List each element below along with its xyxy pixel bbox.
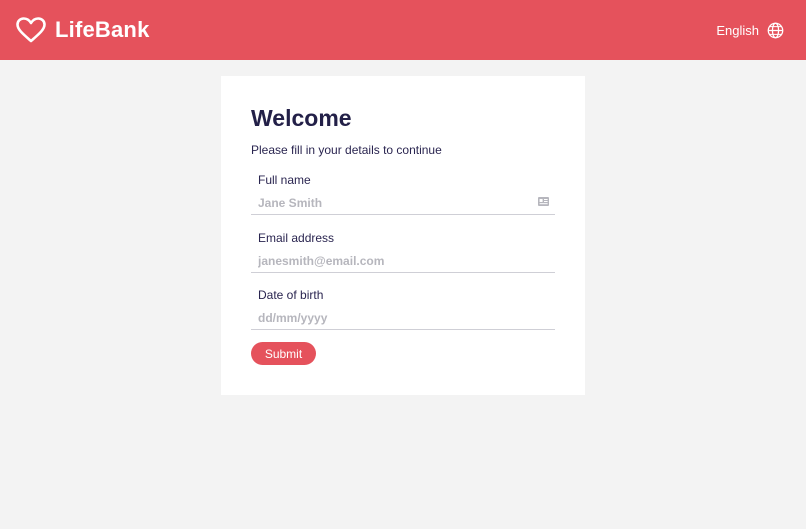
date-of-birth-field: Date of birth [251,288,555,338]
full-name-field: Full name [251,173,555,223]
language-label: English [716,22,759,38]
form-subtitle: Please fill in your details to continue [251,143,442,157]
email-input[interactable] [251,249,555,273]
email-field: Email address [251,231,555,281]
id-card-icon [538,197,549,206]
email-label: Email address [258,231,335,245]
submit-button[interactable]: Submit [251,342,316,365]
form-title: Welcome [251,105,352,131]
brand-name: LifeBank [55,17,150,42]
language-selector[interactable]: English [716,22,784,39]
date-of-birth-input[interactable] [251,306,555,330]
welcome-form-card: Welcome Please fill in your details to c… [221,76,585,395]
globe-icon [767,22,784,38]
full-name-label: Full name [258,173,311,187]
date-of-birth-label: Date of birth [258,288,324,302]
heart-icon [16,17,46,43]
brand-logo-link[interactable]: LifeBank [15,16,150,44]
full-name-input[interactable] [251,191,555,215]
top-bar: LifeBank English [0,0,806,60]
